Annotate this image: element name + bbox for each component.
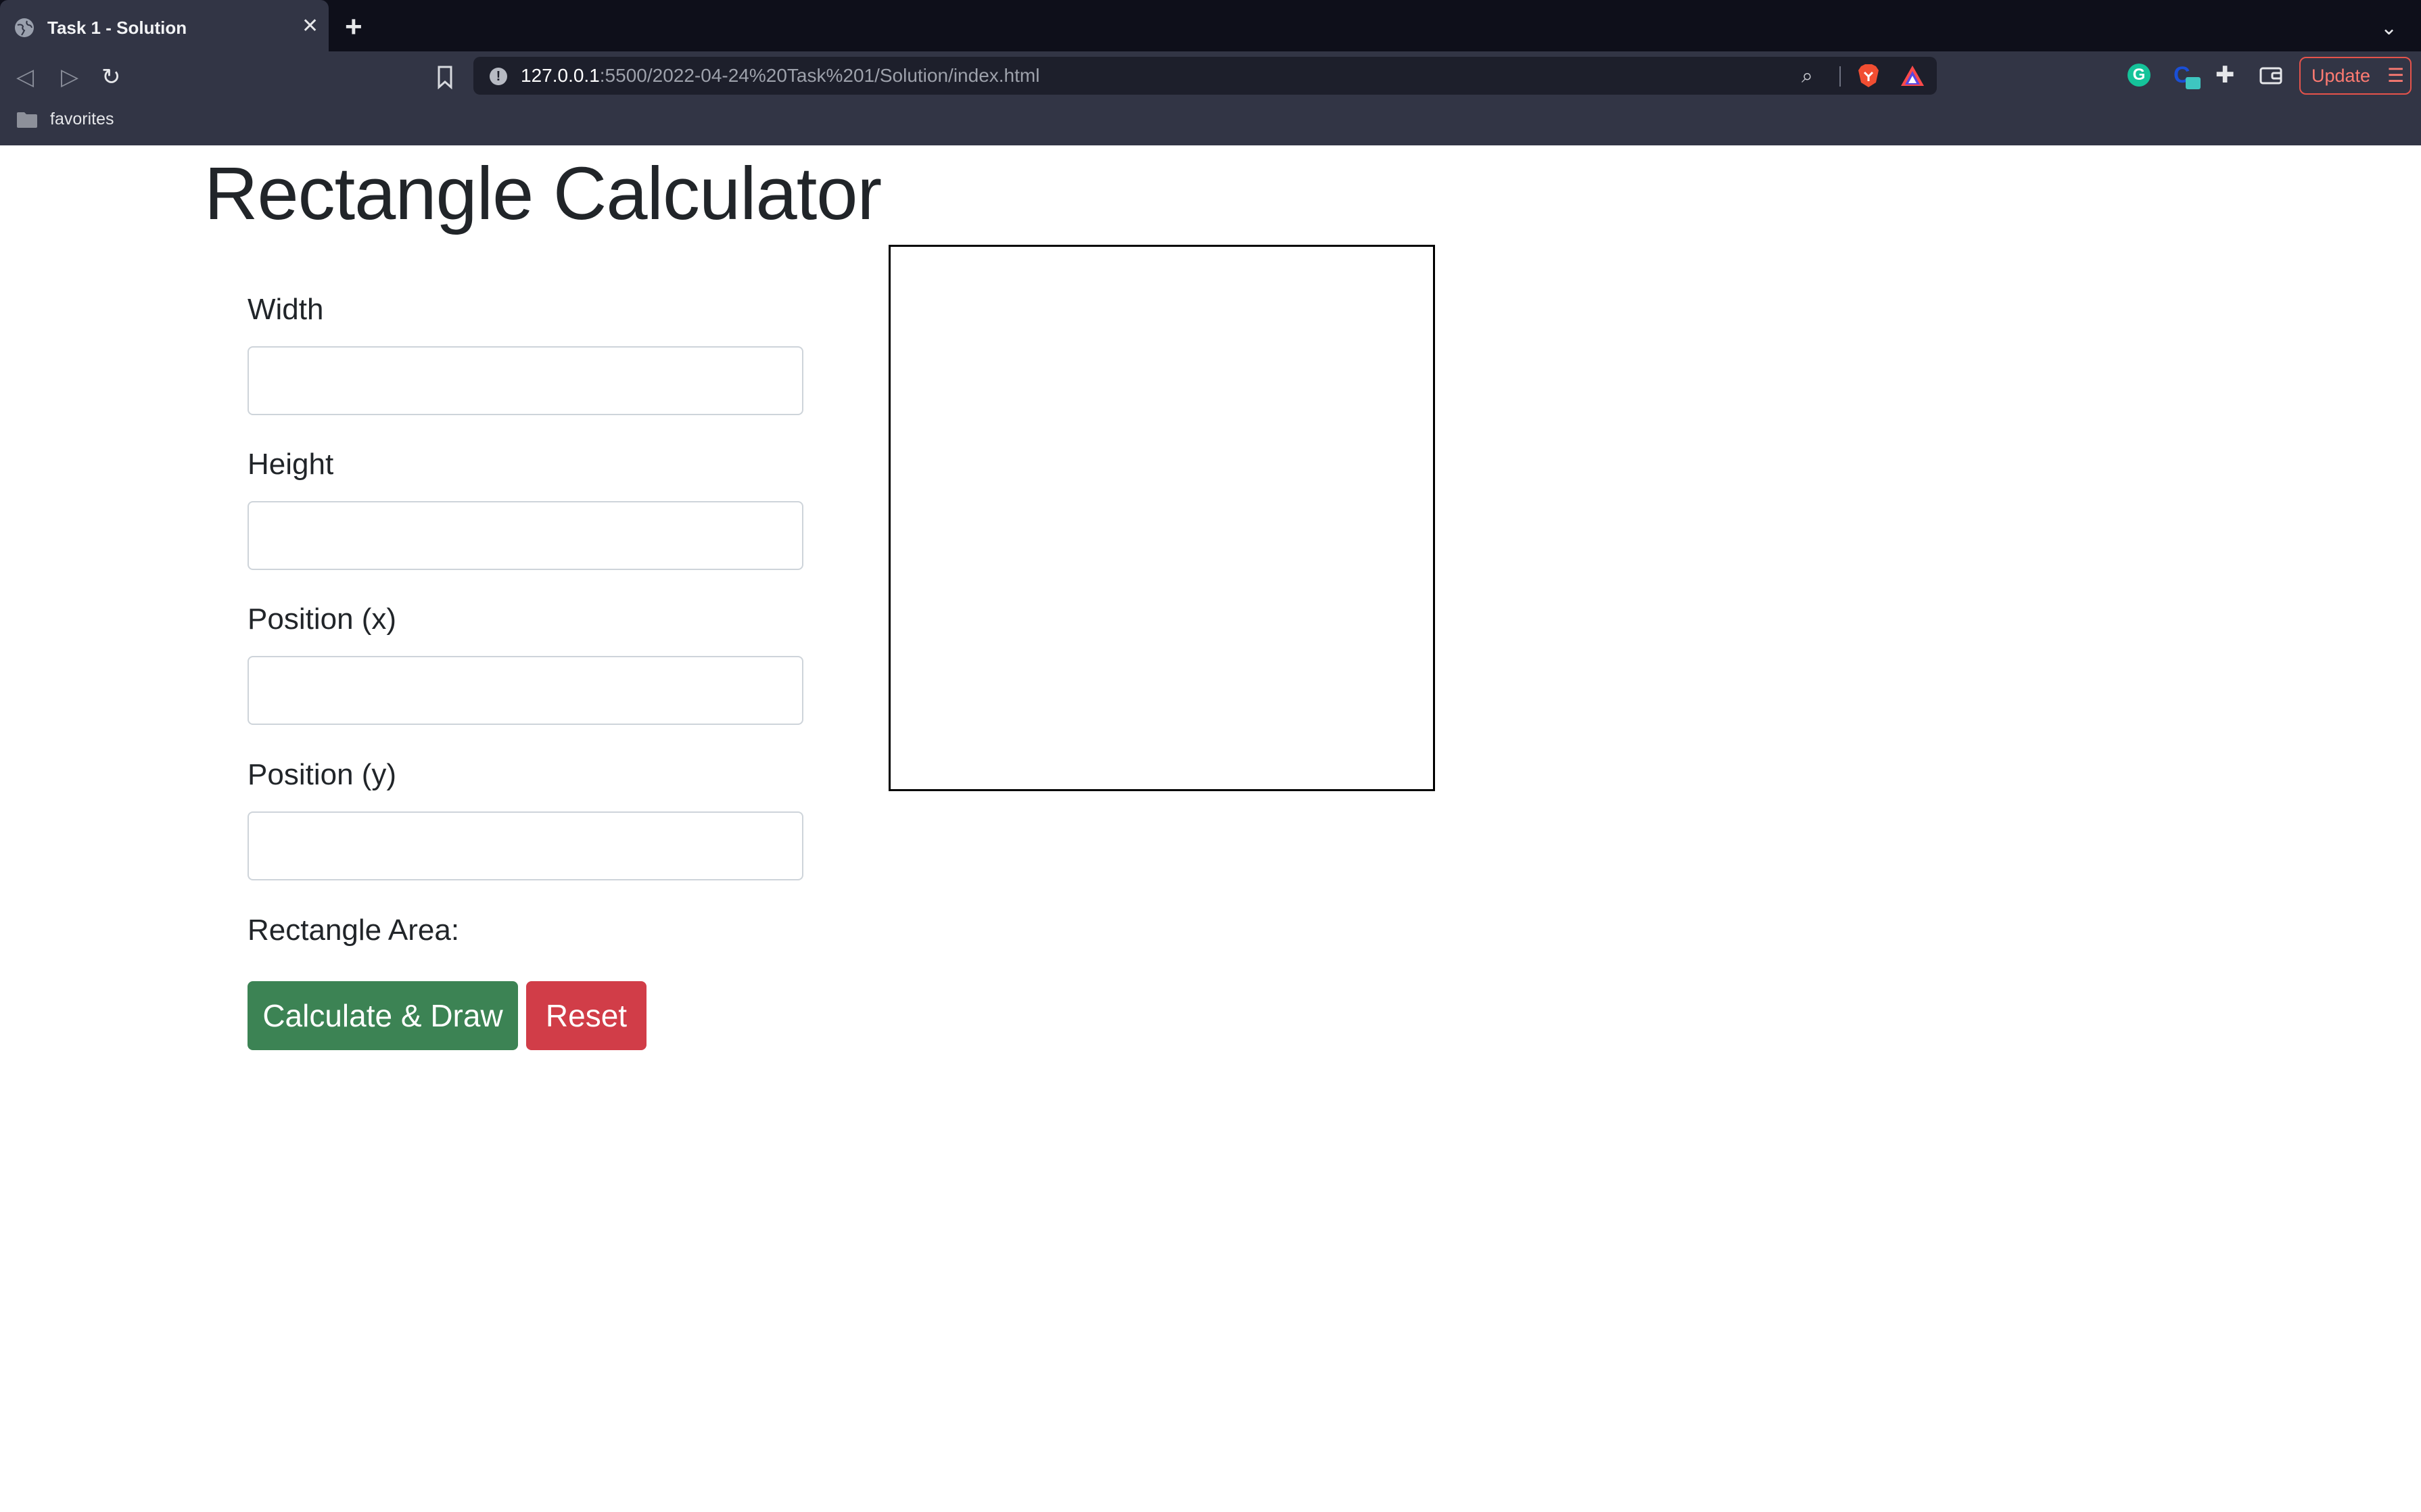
back-icon[interactable]: ◁ xyxy=(16,64,34,91)
width-label: Width xyxy=(248,293,324,326)
url-text[interactable]: 127.0.0.1:5500/2022-04-24%20Task%201/Sol… xyxy=(521,65,1039,87)
tab-title: Task 1 - Solution xyxy=(47,18,187,38)
globe-icon xyxy=(15,18,34,37)
update-label: Update xyxy=(2311,66,2371,86)
position-y-input[interactable] xyxy=(248,811,803,880)
grammarly-extension-icon[interactable]: G xyxy=(2128,64,2150,87)
rectangle-area-label: Rectangle Area: xyxy=(248,914,460,947)
reload-icon[interactable]: ↻ xyxy=(101,64,121,91)
address-bar[interactable]: ! 127.0.0.1:5500/2022-04-24%20Task%201/S… xyxy=(473,57,1937,95)
page-content: Rectangle Calculator Width Height Positi… xyxy=(0,145,2421,1512)
bookmark-icon[interactable] xyxy=(436,65,454,89)
chevron-down-icon[interactable]: ⌄ xyxy=(2380,16,2397,40)
divider xyxy=(1839,66,1841,87)
height-input[interactable] xyxy=(248,501,803,570)
forward-icon[interactable]: ▷ xyxy=(61,64,78,91)
puzzle-icon[interactable]: ✚ xyxy=(2215,64,2235,87)
browser-toolbar: ◁ ▷ ↻ ! 127.0.0.1:5500/2022-04-24%20Task… xyxy=(0,51,2421,150)
width-input[interactable] xyxy=(248,346,803,415)
height-label: Height xyxy=(248,448,334,481)
zoom-icon[interactable]: ⌕ xyxy=(1802,65,1813,88)
url-path: :5500/2022-04-24%20Task%201/Solution/ind… xyxy=(599,65,1040,86)
page-title: Rectangle Calculator xyxy=(204,152,882,235)
position-x-label: Position (x) xyxy=(248,603,397,636)
wallet-icon[interactable] xyxy=(2259,65,2283,87)
update-button[interactable]: Update ☰ xyxy=(2299,57,2412,95)
extension-icon[interactable]: C xyxy=(2173,62,2201,89)
new-tab-button[interactable]: + xyxy=(345,12,362,42)
info-icon[interactable]: ! xyxy=(490,68,507,85)
brave-shields-icon[interactable] xyxy=(1857,64,1880,88)
tab-strip: Task 1 - Solution ✕ + ⌄ xyxy=(0,0,2421,51)
position-x-input[interactable] xyxy=(248,656,803,725)
reset-button[interactable]: Reset xyxy=(526,981,647,1050)
menu-icon: ☰ xyxy=(2387,65,2405,86)
brave-rewards-icon[interactable] xyxy=(1900,65,1925,87)
calculate-draw-button[interactable]: Calculate & Draw xyxy=(248,981,518,1050)
bookmark-folder-favorites[interactable]: favorites xyxy=(50,110,114,129)
close-icon[interactable]: ✕ xyxy=(302,16,319,37)
folder-icon xyxy=(16,111,38,128)
url-host: 127.0.0.1 xyxy=(521,65,600,86)
drawing-canvas xyxy=(889,245,1435,791)
browser-tab[interactable]: Task 1 - Solution ✕ xyxy=(0,0,329,51)
position-y-label: Position (y) xyxy=(248,758,397,791)
